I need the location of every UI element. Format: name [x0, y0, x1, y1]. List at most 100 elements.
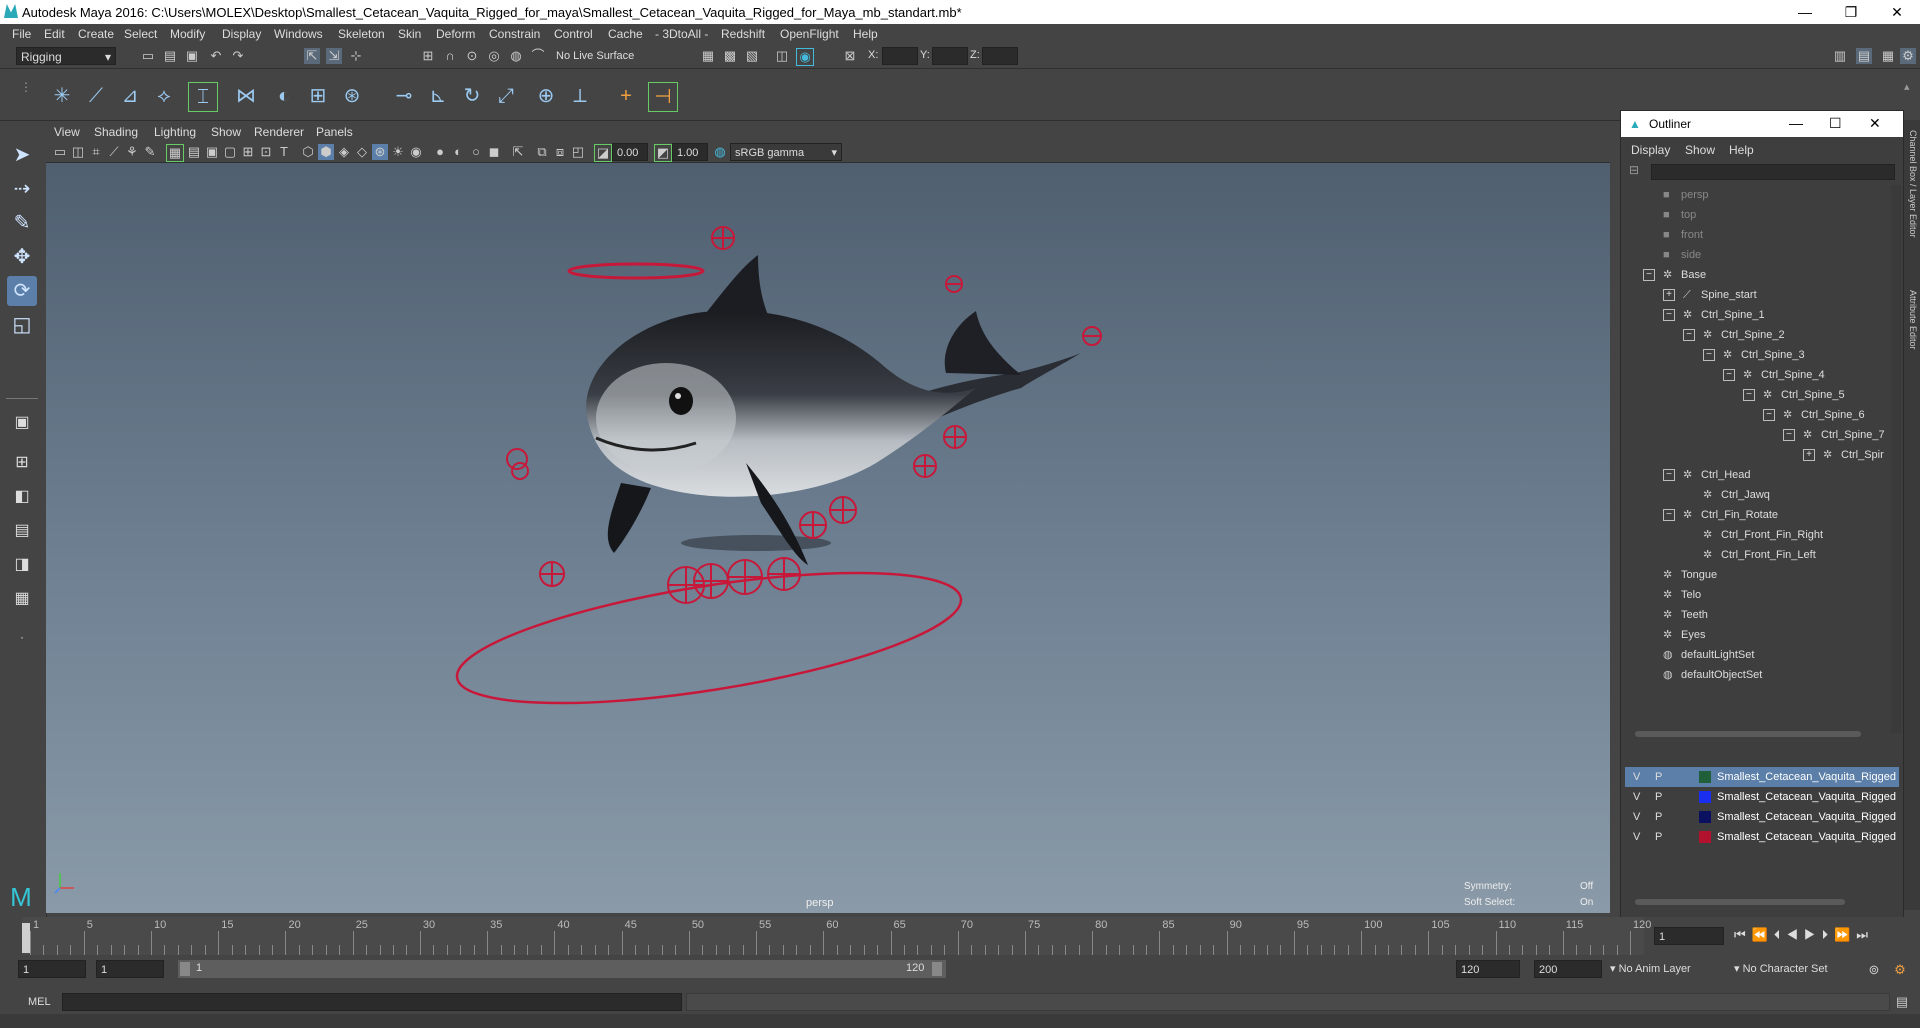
command-language-label[interactable]: MEL [28, 996, 51, 1008]
textured-icon[interactable]: ◇ [354, 144, 370, 160]
x-coord-input[interactable] [882, 47, 918, 65]
xray-joints-icon[interactable]: ⧉ [534, 144, 550, 160]
mirror-joint-icon[interactable]: ⟡ [150, 82, 178, 110]
current-time-marker[interactable] [22, 923, 30, 953]
perspective-viewport[interactable]: persp Symmetry: Off Soft Select: On [46, 163, 1610, 913]
z-coord-input[interactable] [982, 47, 1018, 65]
outliner-item[interactable]: − ✲ Ctrl_Head [1621, 465, 1891, 485]
mode-dropdown[interactable]: Rigging ▾ [16, 47, 116, 65]
close-button[interactable]: ✕ [1874, 0, 1920, 24]
menu-cache[interactable]: Cache [608, 27, 643, 41]
viewport-menu-panels[interactable]: Panels [316, 125, 353, 139]
outliner-item[interactable]: ◍ defaultLightSet [1621, 645, 1891, 665]
single-view-icon[interactable]: ▣ [7, 408, 37, 438]
outliner-minimize-icon[interactable]: — [1789, 115, 1803, 131]
collapse-icon[interactable]: − [1723, 369, 1735, 381]
viewport-menu-lighting[interactable]: Lighting [154, 125, 196, 139]
layer-visibility-toggle[interactable]: V [1633, 767, 1640, 787]
joint-tool-icon[interactable]: ✳ [48, 82, 76, 110]
menu-edit[interactable]: Edit [44, 27, 65, 41]
step-forward-key-icon[interactable]: ⏵ [1822, 927, 1835, 942]
shelf-scroll-icon[interactable]: ▴ [1904, 80, 1916, 110]
film-gate-icon[interactable]: ▤ [186, 144, 202, 160]
layer-color-swatch[interactable] [1699, 771, 1711, 783]
isolate-select-icon[interactable]: ⇱ [510, 144, 526, 160]
snap-point-icon[interactable]: ⊙ [464, 48, 480, 64]
viewport-menu-renderer[interactable]: Renderer [254, 125, 304, 139]
outliner-item[interactable]: + ✲ Ctrl_Spir [1621, 445, 1891, 465]
new-scene-icon[interactable]: ▭ [140, 48, 156, 64]
collapse-icon[interactable]: − [1683, 329, 1695, 341]
playback-end-input[interactable]: 120 [1456, 960, 1520, 978]
point-constraint-icon[interactable]: ⊸ [390, 82, 418, 110]
field-chart-icon[interactable]: ⊞ [240, 144, 256, 160]
display-layer-row[interactable]: V P Smallest_Cetacean_Vaquita_Rigged [1625, 767, 1899, 787]
wireframe-on-shaded-icon[interactable]: ◈ [336, 144, 352, 160]
layer-visibility-toggle[interactable]: V [1633, 807, 1640, 827]
outliner-maximize-icon[interactable]: ☐ [1829, 115, 1842, 132]
outliner-item[interactable]: − ✲ Ctrl_Spine_4 [1621, 365, 1891, 385]
depth-of-field-icon[interactable]: ○ [468, 144, 484, 160]
expand-icon[interactable]: + [1803, 449, 1815, 461]
select-by-hierarchy-icon[interactable]: ⇱ [304, 48, 320, 64]
viewport-menu-view[interactable]: View [54, 125, 80, 139]
xray-icon[interactable]: ◼ [486, 144, 502, 160]
motion-blur-icon[interactable]: ● [432, 144, 448, 160]
menu-control[interactable]: Control [554, 27, 593, 41]
exposure-input[interactable]: 0.00 [612, 143, 648, 161]
anim-layer-dropdown[interactable]: ▾ No Anim Layer [1610, 962, 1720, 980]
bind-skin-icon[interactable]: ⌶ [188, 82, 218, 112]
outliner-menu-show[interactable]: Show [1685, 143, 1715, 157]
smooth-shade-icon[interactable]: ⬢ [318, 144, 334, 160]
hypershade-layout-icon[interactable]: ◨ [7, 550, 37, 580]
channel-box-toggle-icon[interactable]: ▤ [1856, 48, 1872, 64]
smooth-bind-icon[interactable]: ⋈ [232, 82, 260, 110]
open-scene-icon[interactable]: ▤ [162, 48, 178, 64]
menu-openflight[interactable]: OpenFlight [780, 27, 839, 41]
play-forward-icon[interactable]: ▶ [1804, 927, 1822, 942]
auto-key-icon[interactable]: ⊚ [1866, 962, 1882, 978]
minimize-button[interactable]: — [1782, 0, 1828, 24]
outliner-vscrollbar[interactable] [1891, 185, 1901, 733]
outliner-filter-icon[interactable]: ⊟ [1629, 163, 1645, 179]
outliner-item[interactable]: ■ persp [1621, 185, 1891, 205]
display-layer-row[interactable]: V P Smallest_Cetacean_Vaquita_Rigged [1625, 787, 1899, 807]
layer-hscrollbar[interactable] [1635, 899, 1845, 905]
parent-constraint-icon[interactable]: ⊕ [532, 82, 560, 110]
script-editor-icon[interactable]: ▤ [1894, 994, 1910, 1010]
outliner-item[interactable]: ■ front [1621, 225, 1891, 245]
persp-uv-layout-icon[interactable]: ▦ [7, 584, 37, 614]
layer-visibility-toggle[interactable]: V [1633, 827, 1640, 847]
dorsal-control-curve[interactable] [567, 262, 705, 280]
layer-playback-toggle[interactable]: P [1655, 787, 1662, 807]
outliner-item[interactable]: − ✲ Ctrl_Spine_1 [1621, 305, 1891, 325]
go-to-start-icon[interactable]: ⏮ [1734, 927, 1752, 942]
modeling-toolkit-icon[interactable]: ▥ [1832, 48, 1848, 64]
outliner-item[interactable]: ✲ Ctrl_Front_Fin_Right [1621, 525, 1891, 545]
aim-constraint-icon[interactable]: ⊾ [424, 82, 452, 110]
menu-create[interactable]: Create [78, 27, 114, 41]
persp-outliner-layout-icon[interactable]: ◧ [7, 482, 37, 512]
color-management-icon[interactable]: ◍ [712, 144, 728, 160]
2d-pan-zoom-icon[interactable]: ⚘ [124, 144, 140, 160]
scale-constraint-icon[interactable]: ⤢ [492, 82, 520, 110]
select-by-component-icon[interactable]: ⊹ [348, 48, 364, 64]
grease-pencil-icon[interactable]: ✎ [142, 144, 158, 160]
gate-mask-icon[interactable]: ▢ [222, 144, 238, 160]
go-to-end-icon[interactable]: ⏭ [1856, 927, 1874, 942]
animation-preferences-icon[interactable]: ⚙ [1892, 962, 1908, 978]
menu-skeleton[interactable]: Skeleton [338, 27, 385, 41]
layer-playback-toggle[interactable]: P [1655, 767, 1662, 787]
make-live-icon[interactable]: ⌒ [530, 48, 546, 64]
command-input[interactable] [62, 993, 682, 1011]
menu-file[interactable]: File [12, 27, 31, 41]
animation-start-input[interactable]: 1 [18, 960, 86, 978]
outliner-item[interactable]: ✲ Eyes [1621, 625, 1891, 645]
outliner-item[interactable]: ✲ Teeth [1621, 605, 1891, 625]
menu-constrain[interactable]: Constrain [489, 27, 540, 41]
select-tool-icon[interactable]: ➤ [7, 140, 37, 170]
play-back-icon[interactable]: ◀ [1786, 927, 1804, 942]
outliner-item[interactable]: − ✲ Ctrl_Spine_2 [1621, 325, 1891, 345]
exposure-icon[interactable]: ◪ [594, 144, 612, 162]
layer-color-swatch[interactable] [1699, 791, 1711, 803]
